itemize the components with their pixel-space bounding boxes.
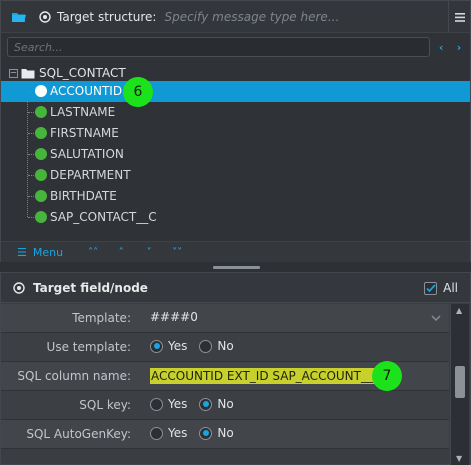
search-row: ‹ ›: [7, 35, 466, 59]
target-icon: [39, 10, 51, 23]
template-label: Template:: [72, 311, 131, 325]
scroll-down-arrow-icon[interactable]: ▼: [456, 454, 462, 463]
chevron-left-icon[interactable]: ‹: [434, 37, 448, 57]
tree-node-salutation[interactable]: SALUTATION: [1, 144, 470, 165]
radio-unselected[interactable]: [150, 426, 163, 440]
tree-node-accountid[interactable]: ACCOUNTID 6: [1, 77, 470, 107]
sql-autogenkey-no-option[interactable]: No: [199, 426, 234, 440]
template-value[interactable]: ####0: [150, 310, 198, 324]
tree-toolbar: ☰ Menu ˄˄ ˄ ˅ ˅˅: [1, 241, 470, 262]
no-label: No: [217, 339, 234, 353]
chevron-right-icon[interactable]: ›: [452, 37, 466, 57]
yes-label: Yes: [168, 397, 188, 411]
tree-node-firstname[interactable]: FIRSTNAME: [1, 123, 470, 144]
field-node-icon: [35, 148, 47, 160]
tree-node-department[interactable]: DEPARTMENT: [1, 165, 470, 186]
chevron-down-icon[interactable]: [431, 310, 441, 324]
field-node-icon: [35, 211, 47, 223]
tree-root-node[interactable]: – SQL_CONTACT: [9, 65, 126, 81]
tree-node-label: FIRSTNAME: [50, 126, 119, 140]
radio-selected[interactable]: [199, 397, 213, 411]
radio-unselected[interactable]: [150, 397, 163, 411]
target-field-title: Target field/node: [33, 280, 148, 295]
move-top-icon[interactable]: ˄˄: [79, 247, 107, 258]
move-down-icon[interactable]: ˅: [135, 247, 163, 258]
search-input[interactable]: [7, 37, 431, 57]
tree-node-sap-contact-c[interactable]: SAP_CONTACT__C: [1, 207, 470, 228]
radio-unselected[interactable]: [199, 339, 213, 353]
scrollbar-thumb[interactable]: [455, 366, 465, 398]
field-node-icon: [35, 127, 47, 139]
use-template-no-option[interactable]: No: [199, 339, 234, 353]
target-icon: [13, 281, 25, 294]
open-folder-icon[interactable]: [11, 10, 29, 24]
property-row-use-template: Use template: Yes No: [1, 333, 449, 362]
use-template-label: Use template:: [46, 340, 131, 354]
sql-column-text[interactable]: ACCOUNTID EXT_ID SAP_ACCOUNT__C: [150, 368, 383, 384]
all-label: All: [443, 281, 458, 295]
property-row-template: Template: ####0: [1, 304, 449, 333]
use-template-yes-option[interactable]: Yes: [150, 339, 187, 353]
target-structure-panel: Target structure: Specify message type h…: [0, 0, 471, 262]
step-badge-7: 7: [372, 361, 402, 391]
tree-node-label: ACCOUNTID: [50, 84, 123, 98]
property-row-sql-column: SQL column name: ACCOUNTID EXT_ID SAP_AC…: [1, 361, 449, 391]
no-label: No: [217, 397, 234, 411]
tree-node-label: SALUTATION: [50, 147, 124, 161]
use-template-options: Yes No: [150, 339, 246, 353]
hamburger-menu-icon[interactable]: [448, 1, 470, 33]
message-type-placeholder[interactable]: Specify message type here...: [164, 10, 339, 24]
structure-tree: – SQL_CONTACT ACCOUNTID 6 LASTNAME FIRST…: [1, 61, 470, 235]
no-label: No: [217, 426, 234, 440]
sql-key-label: SQL key:: [79, 398, 131, 412]
menu-label: Menu: [32, 245, 64, 259]
sql-key-yes-option[interactable]: Yes: [150, 397, 187, 411]
tree-node-birthdate[interactable]: BIRTHDATE: [1, 186, 470, 207]
sql-autogenkey-yes-option[interactable]: Yes: [150, 426, 187, 440]
folder-icon: [21, 68, 35, 79]
tree-node-label: LASTNAME: [50, 105, 116, 119]
tree-node-label: BIRTHDATE: [50, 189, 117, 203]
target-field-panel: Target field/node All Template: ####0 Us…: [0, 272, 471, 465]
radio-selected[interactable]: [199, 426, 213, 440]
property-row-sql-key: SQL key: Yes No: [1, 391, 449, 420]
menu-button[interactable]: ☰ Menu: [17, 246, 63, 259]
properties-list: Template: ####0 Use template: Yes No SQL…: [1, 304, 449, 449]
move-bottom-icon[interactable]: ˅˅: [163, 247, 191, 258]
field-node-icon: [35, 190, 47, 202]
sql-autogenkey-label: SQL AutoGenKey:: [26, 427, 131, 441]
target-structure-titlebar: Target structure: Specify message type h…: [1, 1, 470, 33]
tree-root-label: SQL_CONTACT: [39, 66, 126, 80]
field-node-icon: [35, 106, 47, 118]
tree-node-lastname[interactable]: LASTNAME: [1, 102, 470, 123]
field-node-icon: [35, 85, 47, 97]
yes-label: Yes: [168, 426, 188, 440]
collapse-icon[interactable]: –: [9, 68, 18, 78]
panel-splitter-handle[interactable]: [213, 266, 260, 269]
tree-node-label: DEPARTMENT: [50, 168, 131, 182]
scroll-up-arrow-icon[interactable]: ▲: [456, 306, 462, 315]
properties-scrollbar[interactable]: ▲ ▼: [450, 304, 469, 465]
all-checkbox[interactable]: [424, 281, 438, 295]
property-row-sql-autogenkey: SQL AutoGenKey: Yes No: [1, 420, 449, 449]
target-structure-title: Target structure:: [57, 9, 157, 24]
sql-key-options: Yes No: [150, 397, 246, 411]
sql-column-value[interactable]: ACCOUNTID EXT_ID SAP_ACCOUNT__C: [150, 368, 383, 384]
move-up-icon[interactable]: ˄: [107, 247, 135, 258]
radio-selected[interactable]: [150, 339, 163, 353]
yes-label: Yes: [168, 339, 188, 353]
sql-key-no-option[interactable]: No: [199, 397, 234, 411]
menu-bars-icon: ☰: [17, 245, 27, 259]
field-node-icon: [35, 169, 47, 181]
target-field-header: Target field/node All: [1, 273, 470, 303]
sql-column-label: SQL column name:: [17, 369, 131, 383]
tree-node-label: SAP_CONTACT__C: [50, 210, 157, 224]
all-checkbox-group[interactable]: All: [424, 281, 458, 295]
sql-autogenkey-options: Yes No: [150, 426, 246, 440]
